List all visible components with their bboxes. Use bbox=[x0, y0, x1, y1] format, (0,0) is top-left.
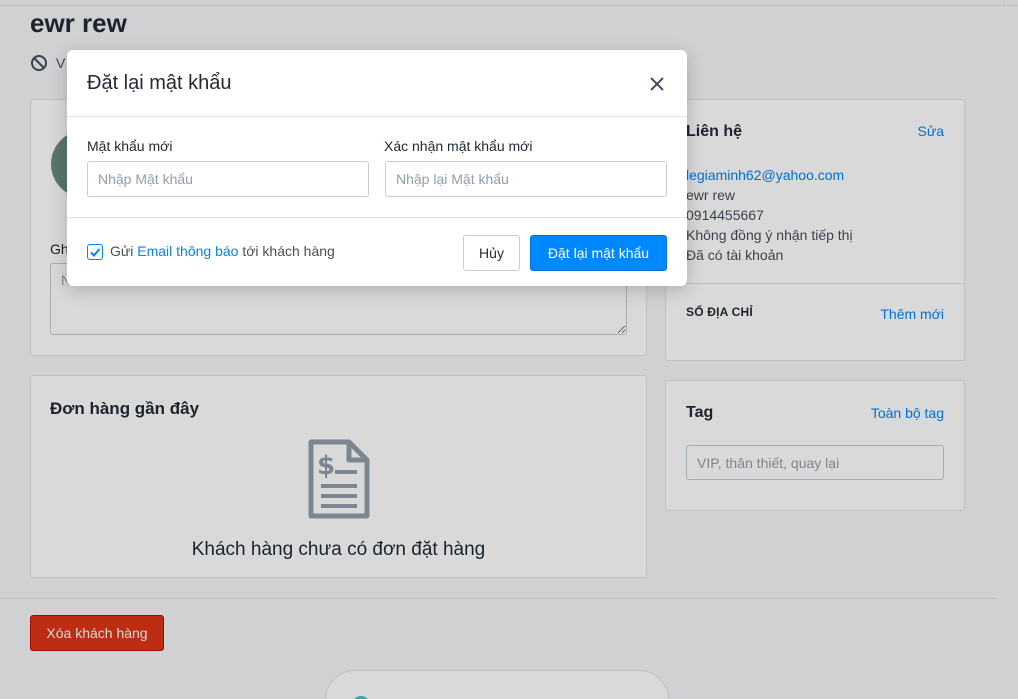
confirm-password-label: Xác nhận mật khẩu mới bbox=[384, 138, 533, 154]
close-icon[interactable] bbox=[647, 74, 667, 94]
notify-prefix: Gửi bbox=[110, 243, 138, 259]
cancel-button[interactable]: Hủy bbox=[463, 235, 520, 271]
confirm-password-input[interactable] bbox=[385, 161, 667, 197]
reset-password-button[interactable]: Đặt lại mật khẩu bbox=[530, 235, 667, 271]
new-password-label: Mật khẩu mới bbox=[87, 138, 173, 154]
reset-password-modal: Đặt lại mật khẩu Mật khẩu mới Xác nhận m… bbox=[67, 50, 687, 286]
notify-checkbox-label: Gửi Email thông báo tới khách hàng bbox=[110, 243, 335, 259]
modal-body: Mật khẩu mới Xác nhận mật khẩu mới bbox=[67, 117, 687, 218]
notify-email-link[interactable]: Email thông báo bbox=[137, 243, 238, 259]
notify-checkbox[interactable] bbox=[87, 244, 103, 260]
new-password-input[interactable] bbox=[87, 161, 369, 197]
modal-header: Đặt lại mật khẩu bbox=[67, 50, 687, 117]
modal-footer: Gửi Email thông báo tới khách hàng Hủy Đ… bbox=[67, 218, 687, 286]
modal-title: Đặt lại mật khẩu bbox=[87, 72, 232, 94]
notify-suffix: tới khách hàng bbox=[238, 243, 335, 259]
